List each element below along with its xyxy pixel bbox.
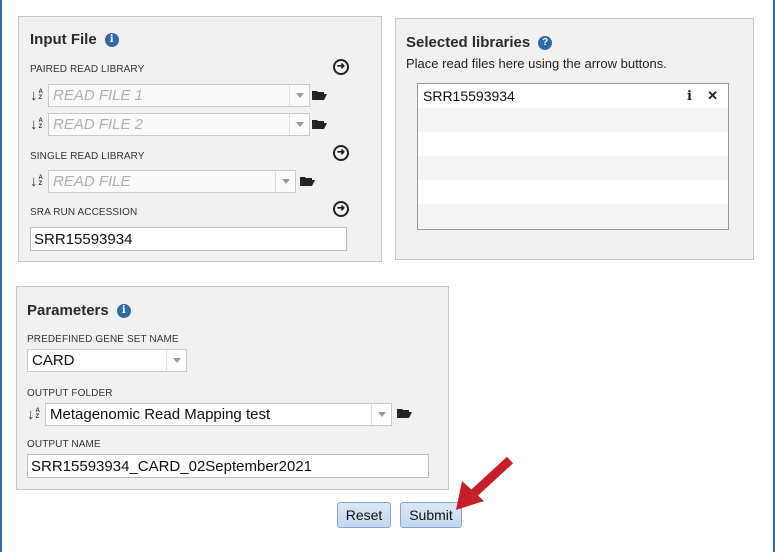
single-read-file-placeholder: READ FILE bbox=[53, 173, 131, 190]
read-file-2-select[interactable]: READ FILE 2 bbox=[48, 113, 310, 136]
output-name-input[interactable]: SRR15593934_CARD_02September2021 bbox=[27, 454, 429, 478]
folder-open-icon[interactable] bbox=[299, 175, 316, 187]
input-file-title-row: Input File i bbox=[30, 31, 119, 48]
output-folder-select[interactable]: Metagenomic Read Mapping test bbox=[45, 403, 392, 426]
single-read-library-label: SINGLE READ LIBRARY bbox=[30, 151, 145, 162]
sort-az-icon[interactable]: ↓ A Z bbox=[30, 116, 46, 133]
single-read-file-select[interactable]: READ FILE bbox=[48, 170, 296, 193]
paired-read-library-label: PAIRED READ LIBRARY bbox=[30, 64, 145, 75]
empty-row bbox=[418, 204, 728, 228]
gene-set-select[interactable]: CARD bbox=[27, 349, 187, 372]
parameters-title: Parameters bbox=[27, 302, 109, 319]
folder-open-icon[interactable] bbox=[396, 407, 413, 419]
output-folder-value: Metagenomic Read Mapping test bbox=[50, 406, 271, 423]
output-folder-label: OUTPUT FOLDER bbox=[27, 388, 113, 399]
annotation-arrow-icon bbox=[456, 456, 514, 510]
info-icon[interactable]: i bbox=[116, 303, 131, 318]
chevron-down-icon[interactable] bbox=[275, 171, 295, 192]
parameters-panel: Parameters i PREDEFINED GENE SET NAME CA… bbox=[16, 286, 449, 490]
empty-row bbox=[418, 132, 728, 156]
folder-open-icon[interactable] bbox=[311, 118, 328, 130]
output-name-label: OUTPUT NAME bbox=[27, 439, 101, 450]
empty-row bbox=[418, 180, 728, 204]
empty-row bbox=[418, 156, 728, 180]
reset-button[interactable]: Reset bbox=[337, 502, 391, 528]
chevron-down-icon[interactable] bbox=[289, 85, 309, 106]
folder-open-icon[interactable] bbox=[311, 89, 328, 101]
gene-set-value: CARD bbox=[32, 352, 75, 369]
selected-libraries-list: SRR15593934 i ✕ bbox=[417, 83, 729, 230]
sort-az-icon[interactable]: ↓ A Z bbox=[30, 173, 46, 190]
add-sra-arrow-icon[interactable]: ➜ bbox=[333, 201, 349, 217]
parameters-title-row: Parameters i bbox=[27, 302, 131, 319]
sra-run-accession-input[interactable]: SRR15593934 bbox=[30, 227, 347, 251]
info-icon[interactable]: i bbox=[104, 32, 119, 47]
read-file-2-placeholder: READ FILE 2 bbox=[53, 116, 144, 133]
read-file-1-placeholder: READ FILE 1 bbox=[53, 87, 144, 104]
empty-row bbox=[418, 108, 728, 132]
chevron-down-icon[interactable] bbox=[289, 114, 309, 135]
add-paired-arrow-icon[interactable]: ➜ bbox=[333, 59, 349, 75]
library-name: SRR15593934 bbox=[423, 88, 515, 104]
selected-libraries-help: Place read files here using the arrow bu… bbox=[406, 56, 667, 71]
sort-az-icon[interactable]: ↓ A Z bbox=[27, 406, 43, 423]
read-file-1-select[interactable]: READ FILE 1 bbox=[48, 84, 310, 107]
gene-set-label: PREDEFINED GENE SET NAME bbox=[27, 334, 179, 345]
selected-libraries-panel: Selected libraries ? Place read files he… bbox=[395, 18, 754, 260]
library-row[interactable]: SRR15593934 i ✕ bbox=[418, 84, 728, 108]
sort-az-icon[interactable]: ↓ A Z bbox=[30, 87, 46, 104]
help-icon[interactable]: ? bbox=[538, 35, 553, 50]
add-single-arrow-icon[interactable]: ➜ bbox=[333, 145, 349, 161]
input-file-panel: Input File i PAIRED READ LIBRARY ➜ ↓ A Z R… bbox=[18, 16, 382, 262]
window-border-left bbox=[0, 0, 2, 552]
chevron-down-icon[interactable] bbox=[166, 350, 186, 371]
close-icon[interactable]: ✕ bbox=[707, 88, 718, 104]
info-icon[interactable]: i bbox=[687, 89, 692, 104]
chevron-down-icon[interactable] bbox=[371, 404, 391, 425]
selected-libraries-title-row: Selected libraries ? bbox=[406, 34, 553, 51]
input-file-title: Input File bbox=[30, 31, 97, 48]
sra-run-accession-label: SRA RUN ACCESSION bbox=[30, 207, 138, 218]
selected-libraries-title: Selected libraries bbox=[406, 34, 531, 51]
